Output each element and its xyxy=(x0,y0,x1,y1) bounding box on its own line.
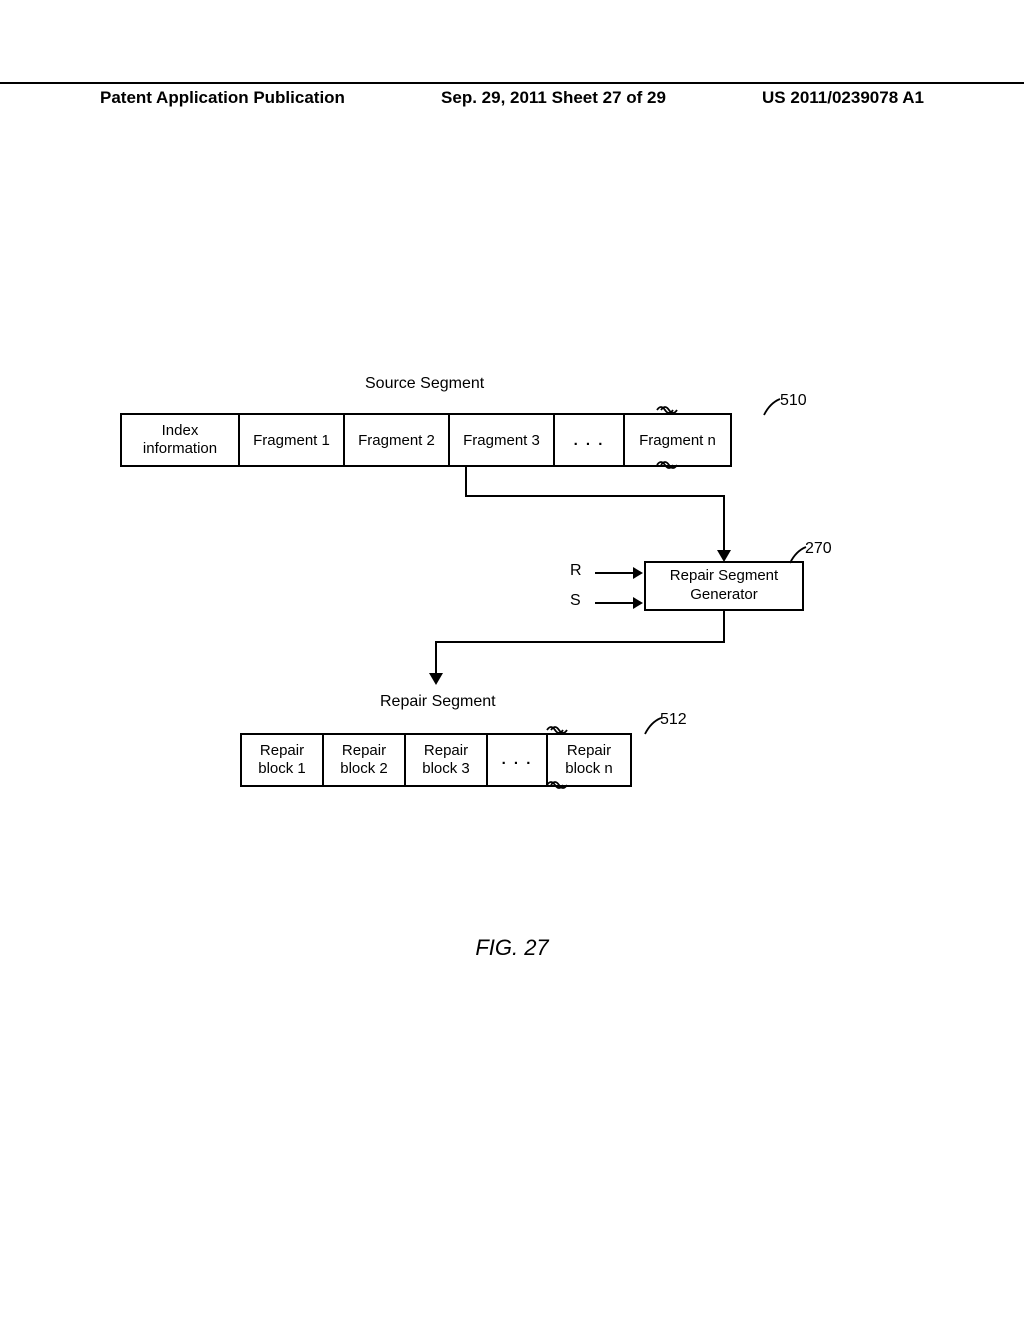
cell-repair-block-1: Repair block 1 xyxy=(242,735,324,785)
break-mark-icon xyxy=(545,723,569,737)
connector-line xyxy=(465,467,467,495)
connector-line xyxy=(595,572,635,574)
source-segment-table: Index information Fragment 1 Fragment 2 … xyxy=(120,413,732,467)
connector-line xyxy=(435,641,725,643)
input-S-label: S xyxy=(570,592,581,610)
ref-270: 270 xyxy=(805,540,832,558)
arrowhead-right-icon xyxy=(633,597,643,609)
connector-line xyxy=(723,611,725,641)
source-segment-label: Source Segment xyxy=(365,375,484,393)
input-R-label: R xyxy=(570,562,582,580)
cell-repair-block-3: Repair block 3 xyxy=(406,735,488,785)
break-mark-icon xyxy=(545,778,569,792)
cell-fragment-1: Fragment 1 xyxy=(240,415,345,465)
repair-segment-generator-box: Repair Segment Generator xyxy=(644,561,804,611)
arrowhead-down-icon xyxy=(429,673,443,685)
cell-ellipsis: . . . xyxy=(488,735,548,785)
header-date: Sep. 29, 2011 Sheet 27 of 29 xyxy=(441,88,666,108)
connector-line xyxy=(435,641,437,676)
figure-caption: FIG. 27 xyxy=(0,935,1024,961)
header-right: US 2011/0239078 A1 xyxy=(762,88,924,108)
cell-ellipsis: . . . xyxy=(555,415,625,465)
arrowhead-right-icon xyxy=(633,567,643,579)
header-left: Patent Application Publication xyxy=(100,88,345,108)
connector-line xyxy=(595,602,635,604)
leader-curve-icon xyxy=(762,397,782,417)
cell-index-info: Index information xyxy=(122,415,240,465)
cell-repair-block-2: Repair block 2 xyxy=(324,735,406,785)
cell-fragment-3: Fragment 3 xyxy=(450,415,555,465)
ref-510: 510 xyxy=(780,392,807,410)
break-mark-icon xyxy=(655,403,679,417)
cell-fragment-2: Fragment 2 xyxy=(345,415,450,465)
repair-segment-table: Repair block 1 Repair block 2 Repair blo… xyxy=(240,733,632,787)
break-mark-icon xyxy=(655,458,679,472)
ref-512: 512 xyxy=(660,711,687,729)
repair-segment-label: Repair Segment xyxy=(380,693,496,711)
connector-line xyxy=(465,495,725,497)
page-header: Patent Application Publication Sep. 29, … xyxy=(0,82,1024,112)
connector-line xyxy=(723,495,725,553)
